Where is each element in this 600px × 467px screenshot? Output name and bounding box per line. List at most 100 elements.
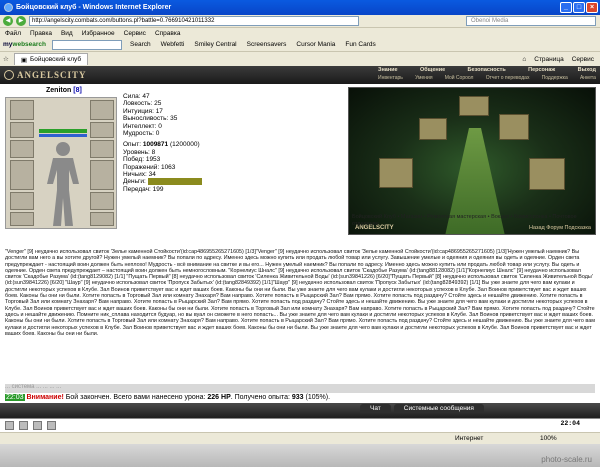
submenu-skills[interactable]: Умения xyxy=(415,75,432,81)
minimize-button[interactable]: _ xyxy=(560,2,572,13)
belt-slot[interactable] xyxy=(10,212,34,226)
message-warning: Внимание! xyxy=(26,394,64,401)
shield-slot[interactable] xyxy=(90,160,114,190)
smiley-icon[interactable] xyxy=(5,421,14,430)
scene-building[interactable] xyxy=(379,158,413,188)
armor-slot[interactable] xyxy=(10,192,34,210)
damage-value: 226 HP xyxy=(207,394,231,401)
submenu-transfers[interactable]: Отчет о переводах xyxy=(486,75,530,81)
link-cursor-mania[interactable]: Cursor Mania xyxy=(294,41,337,48)
zoom-level[interactable]: 100% xyxy=(540,435,557,442)
scene-building[interactable] xyxy=(459,96,489,116)
url-input[interactable]: http://angelscity.combats.com/buttons.pl… xyxy=(29,16,359,26)
tab-chat[interactable]: Чат xyxy=(360,404,391,413)
helmet-slot[interactable] xyxy=(10,100,34,120)
stat-strength: Сила: 47 xyxy=(123,93,150,100)
chat-bottom-bar xyxy=(0,403,600,418)
internet-zone: Интернет xyxy=(455,435,484,442)
submenu-clan[interactable]: Мой Сороол xyxy=(445,75,474,81)
mana-bar xyxy=(39,134,87,137)
character-silhouette xyxy=(47,142,79,226)
submenu-inventory[interactable]: Инвентарь xyxy=(378,75,403,81)
menu-edit[interactable]: Правка xyxy=(30,30,52,37)
tools-menu[interactable]: Сервис xyxy=(572,56,594,63)
taskbar: photo-scale.ru xyxy=(0,444,600,467)
stat-wisdom: Мудрость: 0 xyxy=(123,130,160,138)
system-message: 22:03 Внимание! Бой закончен. Всего вами… xyxy=(5,394,331,401)
scene-building[interactable] xyxy=(499,114,529,140)
menu-view[interactable]: Вид xyxy=(61,30,73,37)
mywebsearch-logo: mywebsearch xyxy=(3,41,47,48)
search-input[interactable]: Obenoi Media xyxy=(466,16,596,26)
location-links[interactable]: Бойцовский Клуб • Магазин • Ремонтная ма… xyxy=(352,214,592,228)
maximize-button[interactable]: □ xyxy=(573,2,585,13)
game-logo: ANGELSCITY xyxy=(4,68,114,82)
game-frame: ANGELSCITY Знание Общение Безопасность П… xyxy=(0,66,600,418)
stat-intellect: Интеллект: 0 xyxy=(123,122,162,130)
window-titlebar: Бойцовский клуб - Windows Internet Explo… xyxy=(0,0,600,15)
page-menu[interactable]: Страница xyxy=(534,56,563,63)
game-clock: 22:04 xyxy=(560,420,580,427)
filter-icon[interactable] xyxy=(33,421,42,430)
page-icon: ▣ xyxy=(20,56,27,64)
weapon-slot[interactable] xyxy=(10,160,34,190)
chat-input-bar xyxy=(0,418,600,432)
watermark: photo-scale.ru xyxy=(541,455,592,464)
submenu-support[interactable]: Поддержка xyxy=(542,75,568,81)
menu-communication[interactable]: Общение xyxy=(420,67,445,73)
gloves-slot[interactable] xyxy=(90,140,114,158)
window-title: Бойцовский клуб - Windows Internet Explo… xyxy=(16,4,172,11)
link-smiley-central[interactable]: Smiley Central xyxy=(192,41,238,48)
send-icon[interactable] xyxy=(19,421,28,430)
status-bar: Интернет 100% xyxy=(0,432,600,444)
boots-slot[interactable] xyxy=(90,212,114,226)
menu-bar: Файл Правка Вид Избранное Сервис Справка xyxy=(0,28,600,38)
chat-log: "Venger" [9] неудачно использовал свиток… xyxy=(5,249,595,337)
chat-tabs: Чат Системные сообщения xyxy=(360,404,484,413)
hp-bar xyxy=(39,129,87,133)
window-controls: _ □ × xyxy=(560,2,598,13)
toolbar-search-button[interactable]: Search xyxy=(128,41,153,48)
scene-building[interactable] xyxy=(529,158,565,190)
stat-experience: Опыт: 1009871 (1200000) xyxy=(123,141,200,149)
menu-tools[interactable]: Сервис xyxy=(124,30,146,37)
menu-character[interactable]: Персонаж xyxy=(528,67,555,73)
link-webfetti[interactable]: Webfetti xyxy=(159,41,187,48)
stat-agility: Ловкость: 25 xyxy=(123,100,162,108)
menu-favorites[interactable]: Избранное xyxy=(82,30,115,37)
rings-slot[interactable] xyxy=(90,122,114,138)
bracers-slot[interactable] xyxy=(90,100,114,120)
link-screensavers[interactable]: Screensavers xyxy=(245,41,289,48)
menu-help[interactable]: Справка xyxy=(155,30,181,37)
amulet-slot[interactable] xyxy=(10,140,34,158)
exp-gained-value: 933 xyxy=(291,394,304,401)
close-button[interactable]: × xyxy=(586,2,598,13)
tab-system-messages[interactable]: Системные сообщения xyxy=(393,404,484,413)
stat-endurance: Выносливость: 35 xyxy=(123,115,178,123)
character-stats: Сила: 47 Ловкость: 25 Интуиция: 17 Вынос… xyxy=(123,93,202,194)
legs-slot[interactable] xyxy=(90,192,114,210)
earrings-slot[interactable] xyxy=(10,122,34,138)
inventory-panel xyxy=(5,97,117,229)
location-scene[interactable]: ANGELSCITY Назад Форум Подсказка xyxy=(348,87,596,235)
menu-security[interactable]: Безопасность xyxy=(468,67,506,73)
menu-exit[interactable]: Выход xyxy=(578,67,596,73)
back-icon[interactable]: ◀ xyxy=(3,16,13,26)
forward-icon[interactable]: ▶ xyxy=(16,16,26,26)
tab-fight-club[interactable]: ▣ Бойцовский клуб xyxy=(13,53,89,65)
character-nick[interactable]: Zeniton [8] xyxy=(46,87,82,94)
ie-icon xyxy=(4,3,13,12)
stat-wins: Побед: 1953 xyxy=(123,156,161,164)
menu-file[interactable]: Файл xyxy=(5,30,21,37)
address-bar: ◀ ▶ http://angelscity.combats.com/button… xyxy=(0,15,600,28)
scene-building[interactable] xyxy=(419,118,447,140)
home-icon[interactable]: ⌂ xyxy=(522,56,526,63)
submenu-profile[interactable]: Анкета xyxy=(580,75,596,81)
favorites-star-icon[interactable]: ☆ xyxy=(3,55,9,63)
clear-icon[interactable] xyxy=(47,421,56,430)
stat-losses: Поражений: 1063 xyxy=(123,163,176,171)
toolbar-search-input[interactable] xyxy=(52,39,123,50)
link-fun-cards[interactable]: Fun Cards xyxy=(343,41,377,48)
menu-knowledge[interactable]: Знание xyxy=(378,67,398,73)
game-header: ANGELSCITY Знание Общение Безопасность П… xyxy=(0,66,600,84)
